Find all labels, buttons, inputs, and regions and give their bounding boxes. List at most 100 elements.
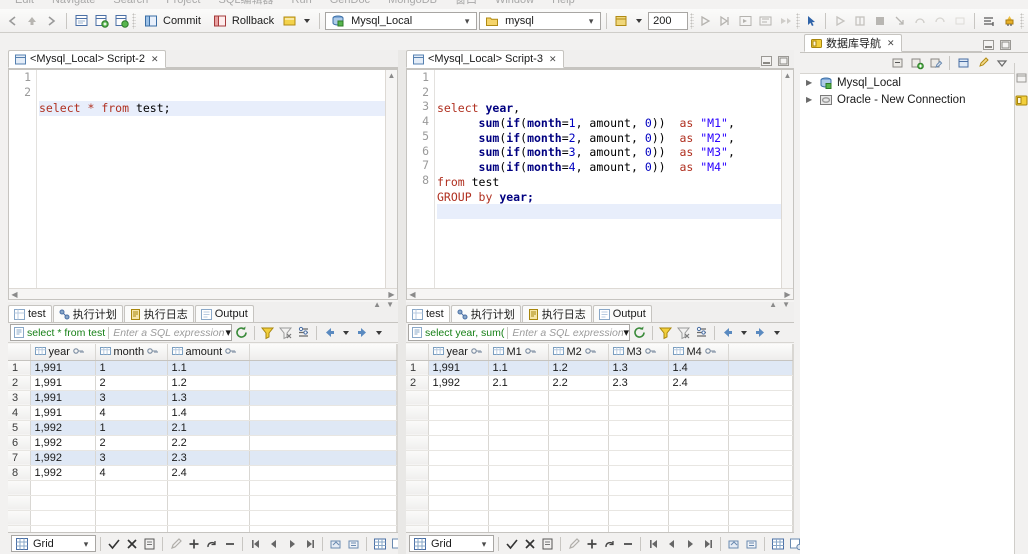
menu-item-window-cn[interactable]: 窗口	[446, 0, 486, 6]
menu-item-navigate[interactable]: Navigate	[43, 0, 104, 6]
menu-item-project[interactable]: Project	[157, 0, 209, 6]
chevron-right-icon[interactable]: ▶	[806, 95, 815, 104]
transaction-mode-dropdown-arrow[interactable]	[304, 18, 311, 23]
clear-filter-icon[interactable]	[675, 324, 692, 341]
table-cell[interactable]: 2.2	[167, 435, 250, 451]
tab-script-2[interactable]: <Mysql_Local> Script-2 ✕	[8, 50, 166, 68]
up-arrow-icon[interactable]	[23, 12, 41, 30]
forward-arrow-icon[interactable]	[43, 12, 61, 30]
cursor-pointer-icon[interactable]	[802, 12, 820, 30]
fetch-size-icon[interactable]	[612, 12, 630, 30]
refresh-icon[interactable]	[233, 324, 250, 341]
table-cell[interactable]: 2.3	[608, 375, 669, 391]
code-line[interactable]: sum(if(month=2, amount, 0)) as "M2",	[437, 131, 781, 146]
left-column-header-month[interactable]: month	[95, 344, 168, 361]
editor-splitter[interactable]	[398, 50, 406, 554]
right-result-tab-1[interactable]: 执行计划	[450, 305, 521, 322]
table-cell[interactable]: 2.4	[668, 375, 729, 391]
first-row-icon[interactable]	[247, 535, 264, 552]
right-results-grid[interactable]: year M1 M2 M3 M4 1 1,991 1.1 1.2 1.3 1.4 2 1,992 2.1…	[406, 344, 794, 532]
menu-item-mongodb[interactable]: MongoDB	[379, 0, 446, 6]
filter-history-arrow[interactable]: ▾	[225, 326, 231, 339]
row-number-cell[interactable]: 2	[8, 375, 31, 391]
previous-row-icon[interactable]	[663, 535, 680, 552]
tree-item-1[interactable]: ▶ Oracle - New Connection	[800, 91, 1014, 108]
scroll-left-icon[interactable]: ◀	[9, 289, 20, 299]
code-line[interactable]	[39, 116, 385, 131]
apply-changes-icon[interactable]	[503, 535, 520, 552]
table-cell[interactable]: 1,991	[428, 360, 489, 376]
toolbar-drag-handle[interactable]	[132, 12, 136, 29]
row-number-cell[interactable]: 1	[406, 360, 429, 376]
script-changes-icon[interactable]	[141, 535, 158, 552]
table-cell[interactable]: 1.4	[167, 405, 250, 421]
right-column-header-M4[interactable]: M4	[668, 344, 729, 361]
table-cell[interactable]: 4	[95, 405, 168, 421]
table-cell[interactable]: 1,992	[428, 375, 489, 391]
scroll-up-icon[interactable]: ▲	[386, 70, 397, 81]
connection-dropdown-arrow[interactable]: ▾	[460, 13, 474, 29]
table-cell[interactable]: 2.1	[488, 375, 549, 391]
debug-resume-icon[interactable]	[831, 12, 849, 30]
close-icon[interactable]: ✕	[151, 54, 159, 65]
execute-statement-icon[interactable]	[696, 12, 714, 30]
database-dropdown-arrow[interactable]: ▾	[584, 13, 598, 29]
step-return-icon[interactable]	[931, 12, 949, 30]
left-filter-input[interactable]: Enter a SQL expression t	[109, 327, 225, 339]
code-line[interactable]: select * from test;	[39, 101, 385, 117]
add-row-icon[interactable]	[583, 535, 600, 552]
menu-item-help[interactable]: Help	[543, 0, 584, 6]
execute-new-tab-icon[interactable]	[736, 12, 754, 30]
next-results-dropdown-arrow[interactable]	[376, 330, 382, 335]
menu-item-search[interactable]: Search	[104, 0, 157, 6]
grid-layout-icon[interactable]	[769, 535, 786, 552]
left-editor-vscrollbar[interactable]: ▲ ▼	[385, 70, 397, 299]
edit-cell-icon[interactable]	[565, 535, 582, 552]
row-number-cell[interactable]: 7	[8, 450, 31, 466]
minimize-icon[interactable]	[760, 55, 773, 67]
reject-changes-icon[interactable]	[123, 535, 140, 552]
table-row[interactable]: 8 1,992 4 2.4	[8, 465, 397, 481]
table-cell[interactable]: 1,991	[30, 405, 96, 421]
duplicate-row-icon[interactable]	[601, 535, 618, 552]
edit-cell-icon[interactable]	[167, 535, 184, 552]
duplicate-row-icon[interactable]	[203, 535, 220, 552]
collapse-all-icon[interactable]	[889, 55, 906, 72]
rollback-button[interactable]: Rollback	[207, 11, 278, 31]
debug-drop-frame-icon[interactable]	[951, 12, 969, 30]
left-editor-hscrollbar[interactable]: ◀ ▶	[9, 288, 397, 299]
table-cell[interactable]: 1.2	[167, 375, 250, 391]
row-number-cell[interactable]: 5	[8, 420, 31, 436]
table-cell[interactable]: 1,991	[30, 375, 96, 391]
right-result-tab-2[interactable]: 执行日志	[521, 305, 592, 322]
chevron-up-icon[interactable]: ▲	[769, 299, 777, 310]
table-cell[interactable]: 3	[95, 390, 168, 406]
table-cell[interactable]: 1.4	[668, 360, 729, 376]
step-into-icon[interactable]	[891, 12, 909, 30]
row-number-cell[interactable]: 1	[8, 360, 31, 376]
table-cell[interactable]: 1.3	[167, 390, 250, 406]
table-cell[interactable]: 1,992	[30, 465, 96, 481]
add-row-icon[interactable]	[185, 535, 202, 552]
table-cell[interactable]: 1	[95, 360, 168, 376]
table-cell[interactable]: 1.1	[167, 360, 250, 376]
right-filter-input[interactable]: Enter a SQL expression t	[508, 327, 623, 339]
table-row[interactable]: 3 1,991 3 1.3	[8, 390, 397, 406]
table-cell[interactable]: 1	[95, 420, 168, 436]
table-row[interactable]: 2 1,992 2.1 2.2 2.3 2.4	[406, 375, 793, 391]
table-cell[interactable]: 2.2	[548, 375, 609, 391]
right-column-header-year[interactable]: year	[428, 344, 489, 361]
code-line[interactable]: from test	[437, 175, 781, 190]
previous-results-icon[interactable]	[719, 324, 736, 341]
chevron-right-icon[interactable]: ▶	[806, 78, 815, 87]
debug-pause-icon[interactable]	[851, 12, 869, 30]
table-cell[interactable]: 1,992	[30, 450, 96, 466]
table-cell[interactable]: 1.3	[608, 360, 669, 376]
table-row[interactable]: 4 1,991 4 1.4	[8, 405, 397, 421]
toolbar-drag-handle-2[interactable]	[690, 12, 695, 29]
next-row-icon[interactable]	[681, 535, 698, 552]
filter-settings-icon[interactable]	[693, 324, 710, 341]
database-select[interactable]: mysql ▾	[479, 11, 602, 30]
first-row-icon[interactable]	[645, 535, 662, 552]
table-row[interactable]: 5 1,992 1 2.1	[8, 420, 397, 436]
